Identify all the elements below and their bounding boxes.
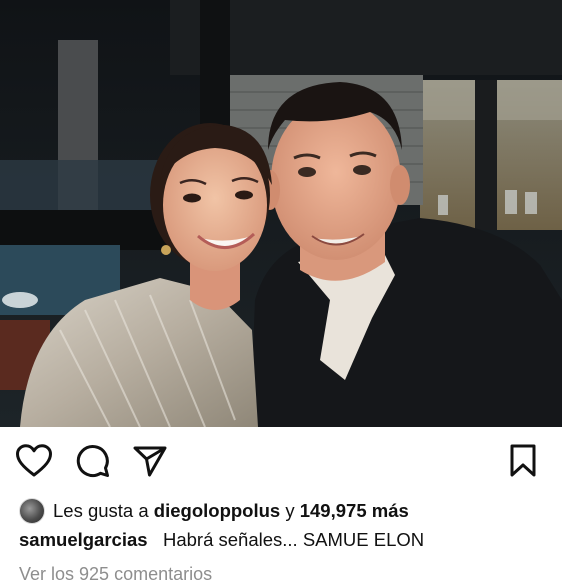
liker-username[interactable]: diegoloppolus: [154, 499, 280, 523]
comment-icon: [76, 445, 109, 477]
post-action-bar: [0, 436, 562, 486]
like-button[interactable]: [15, 442, 53, 480]
caption-text: Habrá señales... SAMUE ELON: [162, 529, 425, 550]
send-icon: [133, 446, 167, 477]
couple-selfie-image: [0, 0, 562, 427]
post-caption: samuelgarcias Habrá señales... SAMUE ELO…: [19, 528, 552, 552]
liker-avatar[interactable]: [19, 498, 45, 524]
view-comments-link[interactable]: Ver los 925 comentarios: [19, 562, 552, 586]
heart-icon: [16, 444, 52, 477]
comment-button[interactable]: [74, 442, 112, 480]
bookmark-icon: [510, 444, 536, 477]
instagram-post: Les gusta a diegoloppolus y 149,975 más …: [0, 0, 562, 586]
likes-connector: y: [285, 500, 295, 521]
share-button[interactable]: [131, 442, 169, 480]
likes-prefix: Les gusta a: [53, 500, 149, 521]
likes-count[interactable]: 149,975 más: [300, 499, 409, 523]
post-photo[interactable]: [0, 0, 562, 427]
caption-username[interactable]: samuelgarcias: [19, 529, 148, 550]
save-button[interactable]: [504, 442, 542, 480]
likes-summary: Les gusta a diegoloppolus y 149,975 más: [19, 498, 552, 524]
